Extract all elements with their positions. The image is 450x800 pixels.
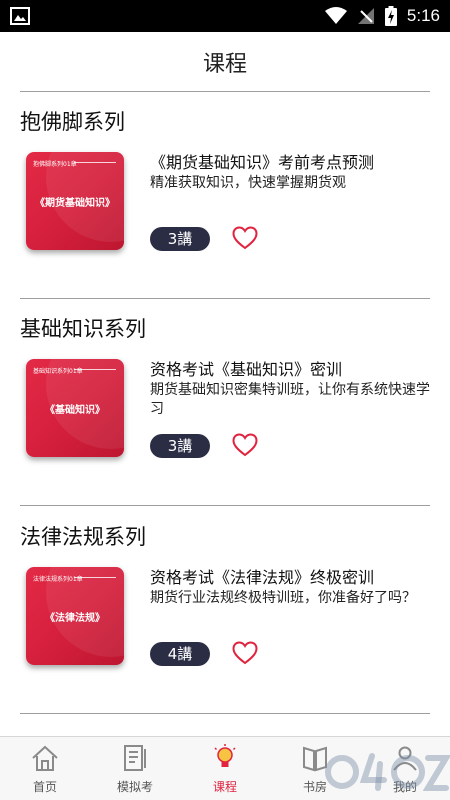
- no-signal-icon: [357, 8, 374, 24]
- course-section: 基础知识系列 基础知识系列01章 《基础知识》 资格考试《基础知识》密训 期货基…: [0, 299, 450, 507]
- cover-subtitle: 抱佛脚系列01章: [33, 161, 77, 168]
- course-cover[interactable]: 抱佛脚系列01章 《期货基础知识》: [26, 152, 124, 250]
- watermark-logo: [325, 753, 450, 791]
- course-description: 期货基础知识密集特训班，让你有系统快速学习: [150, 382, 430, 417]
- nav-mock-exam[interactable]: 模拟考: [90, 737, 180, 800]
- lesson-count-badge: 3講: [150, 227, 210, 251]
- nav-label: 模拟考: [116, 780, 153, 794]
- status-bar: 5:16: [0, 0, 450, 32]
- nav-label: 课程: [212, 780, 237, 794]
- course-description: 期货行业法规终极特训班，你准备好了吗？: [150, 590, 416, 606]
- battery-charging-icon: [384, 6, 397, 26]
- nav-courses[interactable]: 课程: [180, 737, 270, 800]
- nav-label: 首页: [32, 780, 57, 794]
- section-title: 抱佛脚系列: [20, 110, 125, 134]
- section-title: 法律法规系列: [20, 525, 146, 549]
- course-cover[interactable]: 基础知识系列01章 《基础知识》: [26, 359, 124, 457]
- gallery-icon: [10, 7, 30, 25]
- lightbulb-icon: [214, 744, 236, 767]
- heart-icon[interactable]: [232, 226, 258, 250]
- course-title[interactable]: 《期货基础知识》考前考点预测: [150, 149, 435, 173]
- section-divider: [20, 505, 430, 506]
- course-section: 抱佛脚系列 抱佛脚系列01章 《期货基础知识》 《期货基础知识》考前考点预测 精…: [0, 92, 450, 300]
- cover-title: 《法律法规》: [45, 613, 105, 624]
- heart-icon[interactable]: [232, 641, 258, 665]
- course-description: 精准获取知识，快速掌握期货观: [150, 175, 346, 191]
- course-cover[interactable]: 法律法规系列01章 《法律法规》: [26, 567, 124, 665]
- heart-icon[interactable]: [232, 433, 258, 457]
- section-title: 基础知识系列: [20, 317, 146, 341]
- exam-icon: [124, 745, 146, 771]
- cover-divider: [74, 577, 116, 578]
- lesson-count-badge: 3講: [150, 434, 210, 458]
- cover-divider: [74, 369, 116, 370]
- cover-title: 《期货基础知识》: [35, 198, 115, 209]
- cover-subtitle: 法律法规系列01章: [33, 576, 83, 583]
- wifi-icon: [324, 7, 347, 24]
- course-title[interactable]: 资格考试《法律法规》终极密训: [150, 564, 435, 588]
- cover-title: 《基础知识》: [45, 405, 105, 416]
- nav-home[interactable]: 首页: [0, 737, 90, 800]
- status-time: 5:16: [406, 6, 440, 25]
- lesson-count-badge: 4講: [150, 642, 210, 666]
- cover-subtitle: 基础知识系列01章: [33, 368, 83, 375]
- course-section: 法律法规系列 法律法规系列01章 《法律法规》 资格考试《法律法规》终极密训 期…: [0, 507, 450, 715]
- cover-divider: [74, 162, 116, 163]
- home-icon: [32, 745, 58, 771]
- page-title: 课程: [202, 52, 247, 77]
- course-title[interactable]: 资格考试《基础知识》密训: [150, 356, 435, 380]
- section-divider: [20, 713, 430, 714]
